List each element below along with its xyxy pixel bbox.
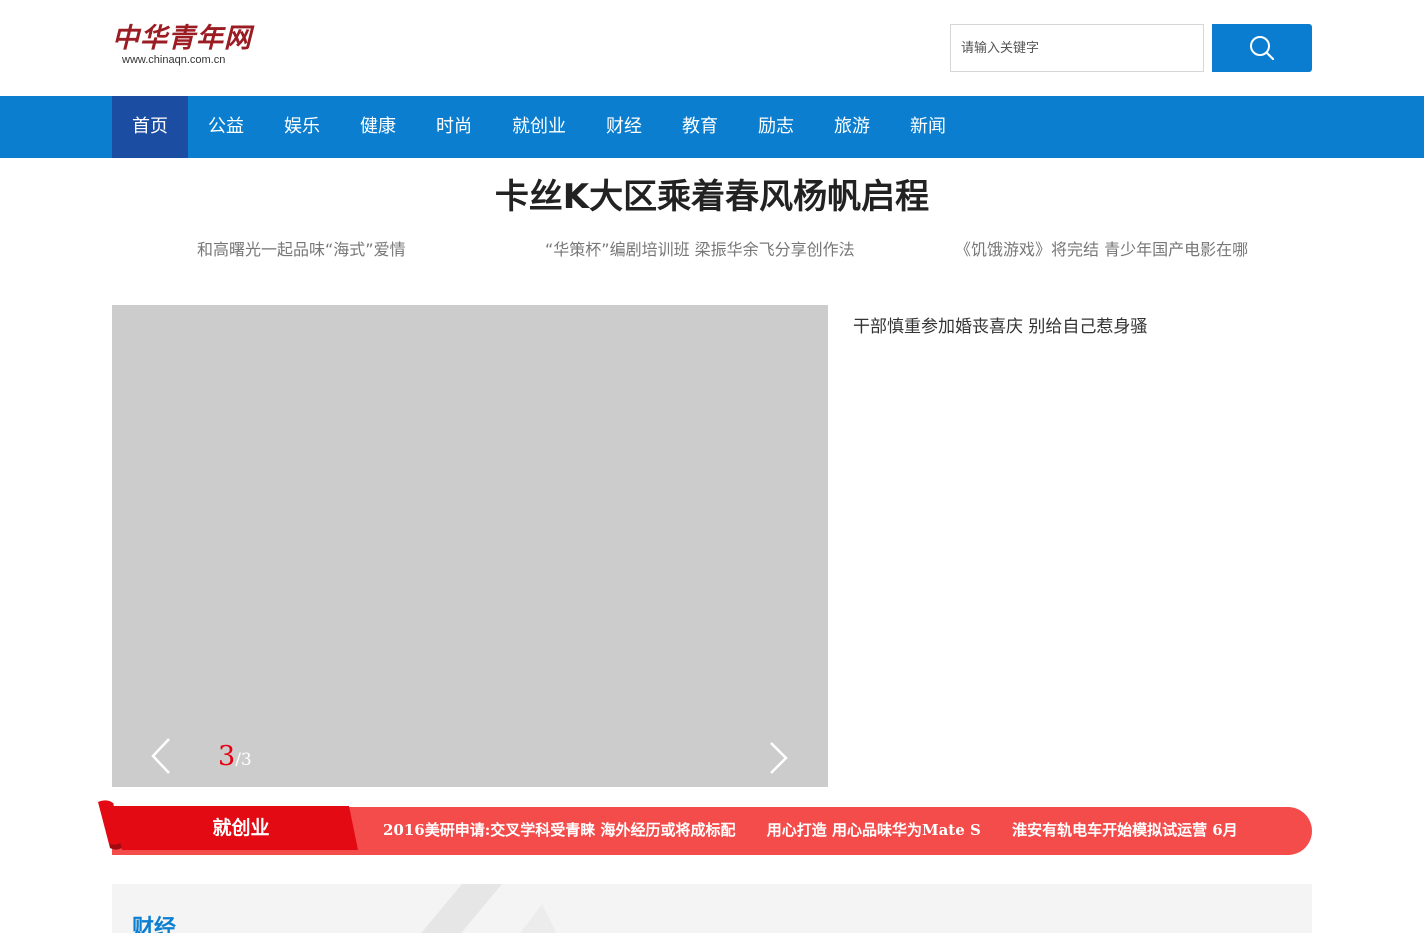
sub-link[interactable]: “华策杯”编剧培训班 梁振华余飞分享创作法 [545,238,855,262]
sub-link[interactable]: 《饥饿游戏》将完结 青少年国产电影在哪 [955,238,1248,262]
ticker-items: 2016美研申请:交叉学科受青睐 海外经历或将成标配 用心打造 用心品味华为Ma… [383,807,1293,853]
ticker-item[interactable]: 用心打造 用心品味华为Mate S [767,821,981,839]
logo-url: www.chinaqn.com.cn [122,54,226,66]
ticker-label[interactable]: 就创业 [112,806,358,850]
page: 中华青年网 www.chinaqn.com.cn 首页 公益 娱乐 健康 时尚 … [0,0,1424,933]
chevron-left-icon[interactable] [150,737,172,775]
nav-item-education[interactable]: 教育 [662,96,738,158]
image-slider[interactable]: 3/3 [112,305,828,787]
nav-items: 首页 公益 娱乐 健康 时尚 就创业 财经 教育 励志 旅游 新闻 [112,96,966,158]
sub-link[interactable]: 和高曙光一起品味“海式”爱情 [197,238,406,262]
search-button[interactable] [1212,24,1312,72]
slider-current-index: 3 [218,741,236,772]
headline-sub-links: 和高曙光一起品味“海式”爱情 “华策杯”编剧培训班 梁振华余飞分享创作法 《饥饿… [0,238,1424,264]
logo-text: 中华青年网 [112,23,252,54]
nav-item-home[interactable]: 首页 [112,96,188,158]
nav-item-finance[interactable]: 财经 [586,96,662,158]
nav-item-inspiration[interactable]: 励志 [738,96,814,158]
section-title[interactable]: 财经 [132,910,176,933]
nav-item-health[interactable]: 健康 [340,96,416,158]
site-logo[interactable]: 中华青年网 www.chinaqn.com.cn [112,24,252,68]
chevron-right-icon[interactable] [768,741,790,775]
nav-item-charity[interactable]: 公益 [188,96,264,158]
ticker-item[interactable]: 2016美研申请:交叉学科受青睐 海外经历或将成标配 [383,821,736,839]
nav-item-news[interactable]: 新闻 [890,96,966,158]
slider-counter: 3/3 [218,741,252,772]
headline-title[interactable]: 卡丝K大区乘着春风杨帆启程 [0,172,1424,222]
background-decoration [421,884,557,933]
nav-item-entertainment[interactable]: 娱乐 [264,96,340,158]
nav-item-travel[interactable]: 旅游 [814,96,890,158]
nav-item-employment[interactable]: 就创业 [492,96,586,158]
search-icon [1250,36,1275,61]
main-nav: 首页 公益 娱乐 健康 时尚 就创业 财经 教育 励志 旅游 新闻 [0,96,1424,158]
ticker-item[interactable]: 淮安有轨电车开始模拟试运营 6月 [1012,821,1238,839]
search-input[interactable] [950,24,1204,72]
finance-section: 财经 [112,884,1312,933]
nav-item-fashion[interactable]: 时尚 [416,96,492,158]
side-news-link[interactable]: 干部慎重参加婚丧喜庆 别给自己惹身骚 [853,312,1147,337]
slider-total: 3 [240,750,252,770]
